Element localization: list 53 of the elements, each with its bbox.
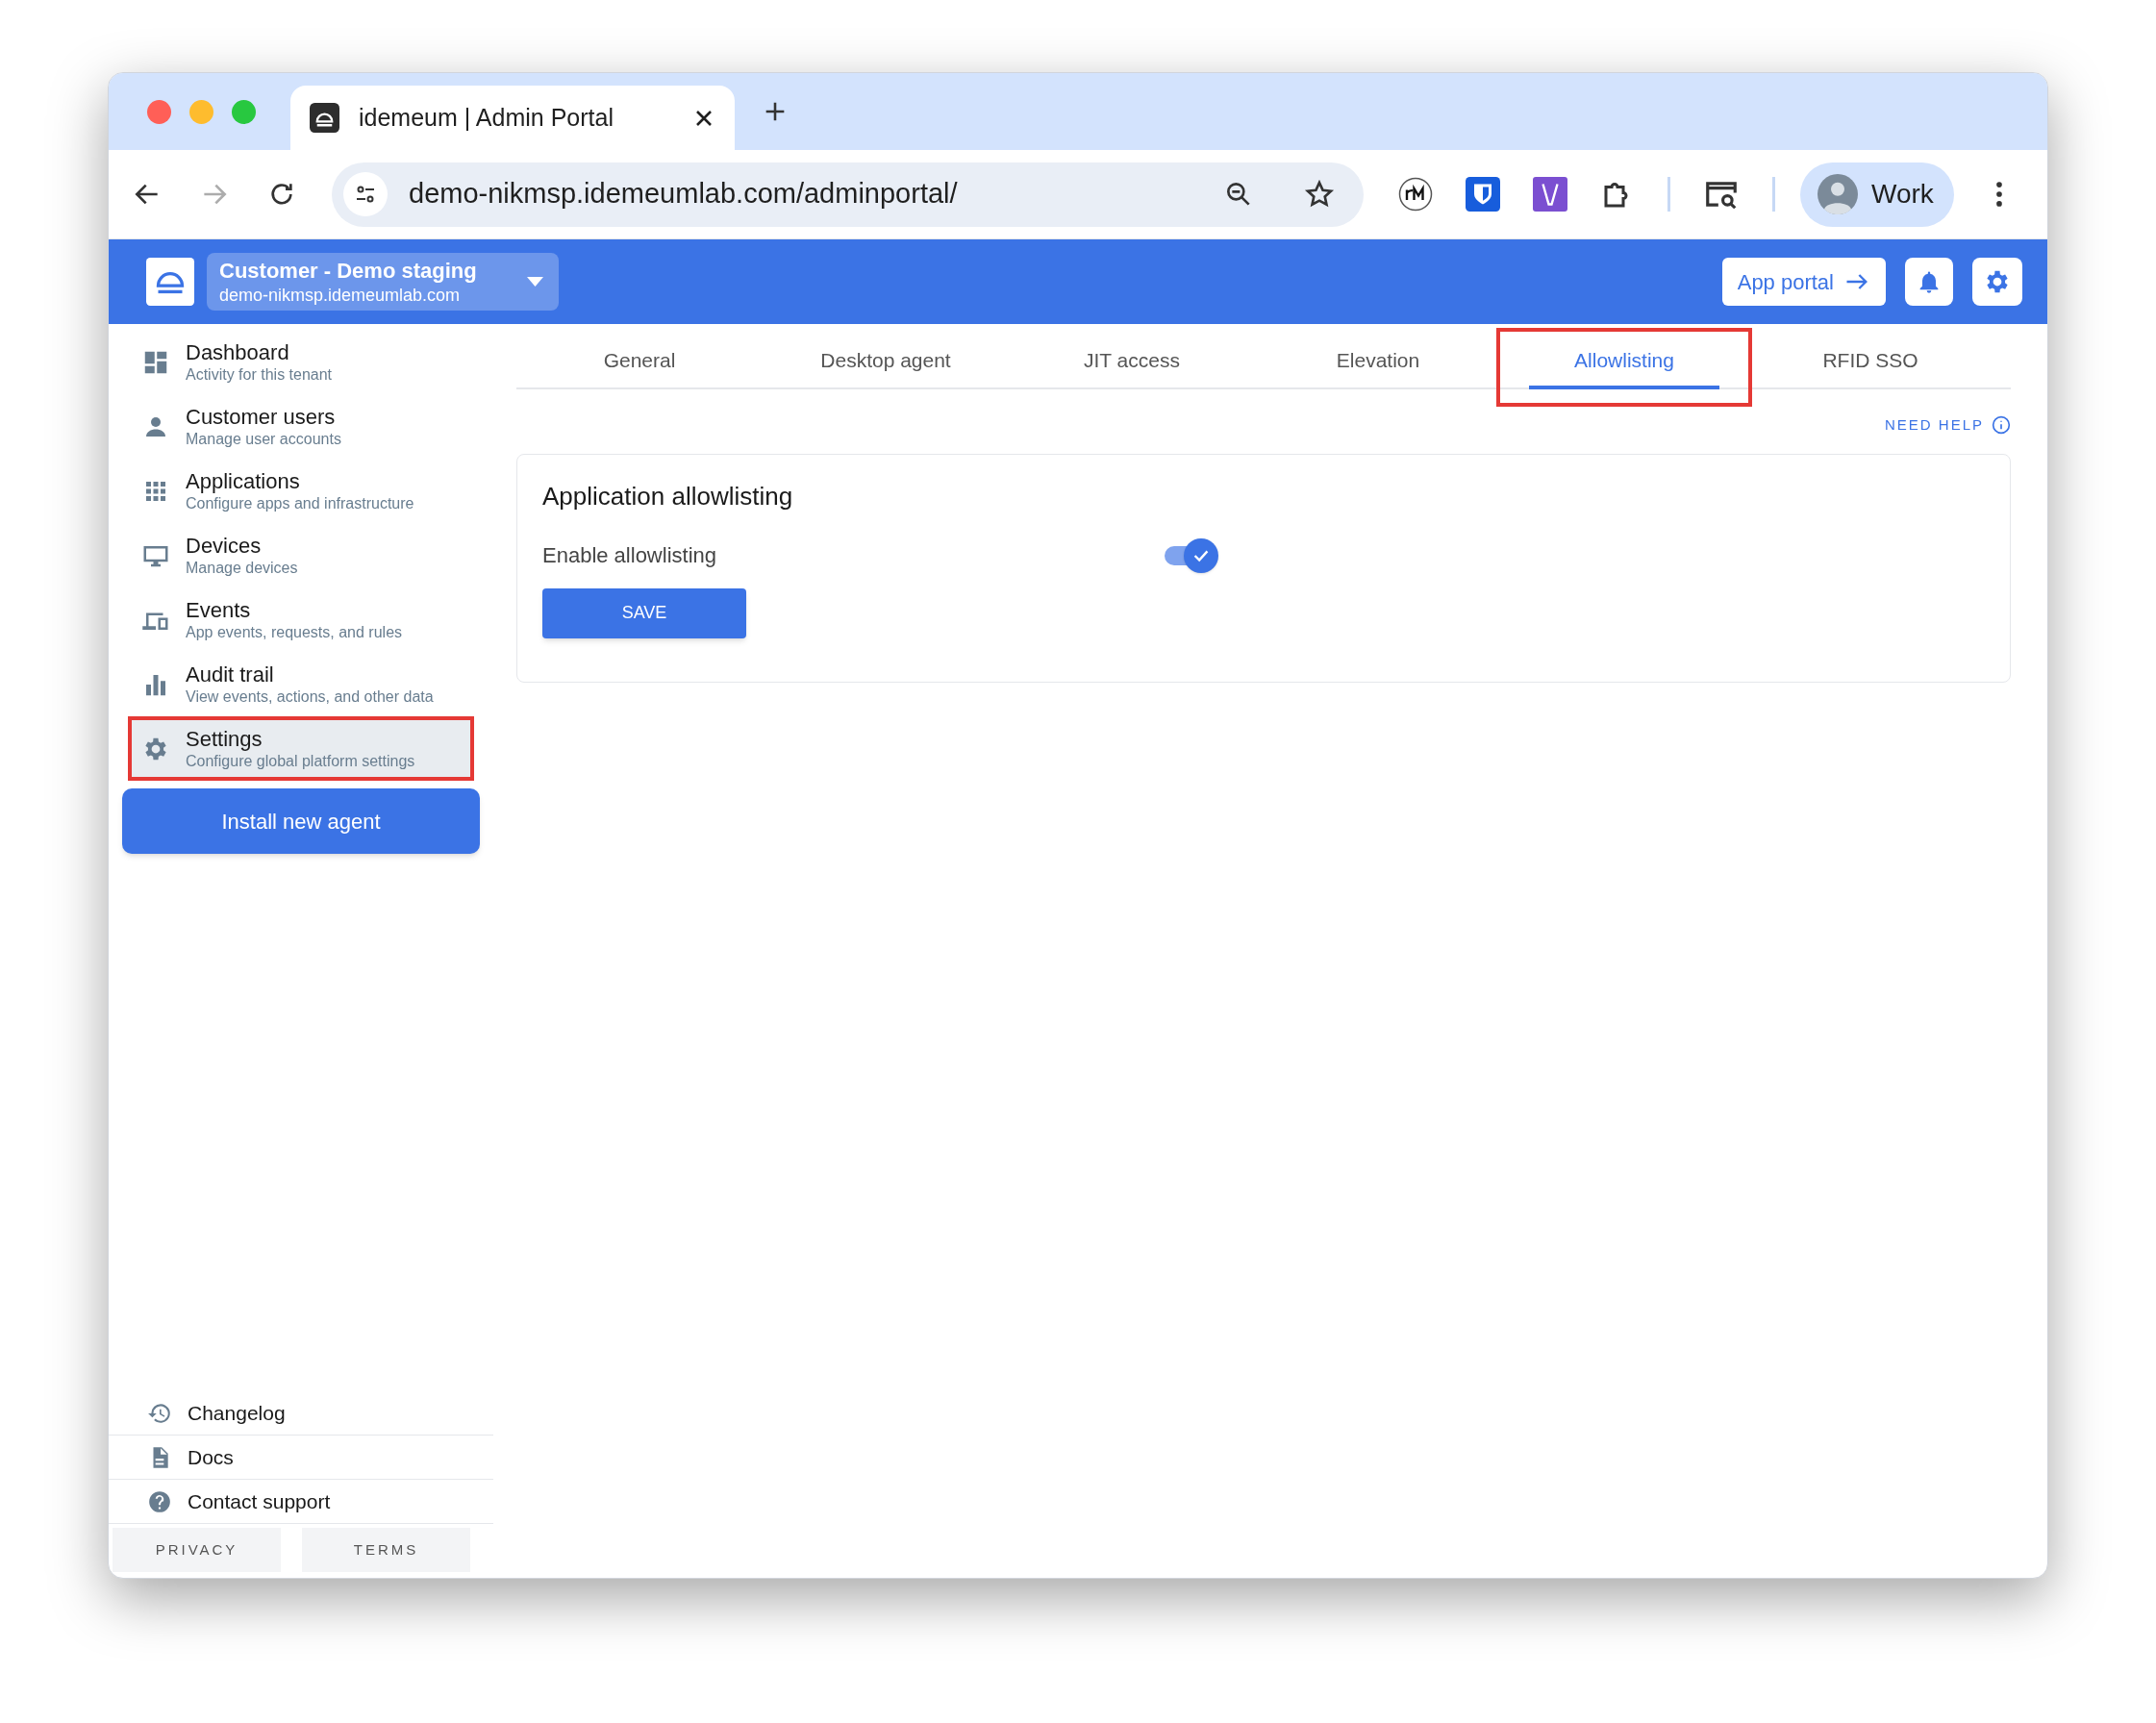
settings-tab[interactable]: JIT access — [1009, 332, 1255, 389]
settings-tab[interactable]: General — [516, 332, 763, 389]
site-logo-icon — [310, 103, 339, 133]
settings-tab[interactable]: Allowlisting — [1501, 332, 1747, 389]
rm-extension-icon[interactable] — [1398, 177, 1433, 212]
settings-tab[interactable]: RFID SSO — [1747, 332, 1993, 389]
settings-button[interactable] — [1972, 258, 2022, 306]
item-subtitle: Activity for this tenant — [186, 365, 333, 386]
item-title: Dashboard — [186, 338, 290, 366]
v-extension-icon[interactable] — [1533, 177, 1567, 212]
item-title: Events — [186, 596, 252, 624]
sidebar-link[interactable]: Docs — [109, 1436, 493, 1480]
dropdown-caret-icon — [527, 277, 543, 287]
install-agent-button[interactable]: Install new agent — [122, 788, 480, 854]
tab-title: idemeum | Admin Portal — [359, 102, 614, 133]
item-subtitle: Manage user accounts — [186, 430, 341, 450]
address-bar[interactable]: demo-nikmsp.idemeumlab.com/adminportal/ — [332, 162, 1364, 227]
info-icon[interactable] — [1992, 415, 2011, 436]
tenant-name: Customer - Demo staging — [219, 258, 478, 285]
tenant-domain: demo-nikmsp.idemeumlab.com — [219, 284, 462, 306]
item-title: Applications — [186, 467, 301, 495]
need-help-link[interactable]: NEED HELP — [1884, 414, 1984, 437]
sidebar-link[interactable]: Changelog — [109, 1391, 493, 1436]
item-subtitle: Configure global platform settings — [186, 752, 415, 772]
app-logo-icon — [145, 258, 195, 306]
browser-tab[interactable]: idemeum | Admin Portal — [290, 86, 735, 150]
help-icon — [147, 1488, 172, 1514]
url-text: demo-nikmsp.idemeumlab.com/adminportal/ — [409, 177, 959, 212]
settings-tab[interactable]: Desktop agent — [763, 332, 1009, 389]
item-subtitle: Manage devices — [186, 559, 298, 579]
shield-extension-icon[interactable] — [1466, 177, 1500, 212]
notifications-button[interactable] — [1905, 258, 1953, 306]
sidebar-link[interactable]: Contact support — [109, 1480, 493, 1524]
sidebar-item[interactable]: Settings Configure global platform settings — [128, 716, 474, 781]
item-title: Customer users — [186, 403, 337, 431]
settings-tab[interactable]: Elevation — [1255, 332, 1501, 389]
item-title: Settings — [186, 725, 263, 753]
item-subtitle: App events, requests, and rules — [186, 623, 403, 643]
footer-link[interactable]: PRIVACY — [113, 1528, 281, 1572]
app-portal-button[interactable]: App portal — [1721, 258, 1886, 306]
item-subtitle: View events, actions, and other data — [186, 687, 434, 708]
star-icon[interactable] — [1304, 179, 1335, 210]
item-title: Audit trail — [186, 661, 275, 688]
card-title: Application allowlisting — [542, 480, 794, 512]
site-settings-icon[interactable] — [343, 172, 388, 216]
item-subtitle: Configure apps and infrastructure — [186, 494, 414, 514]
toggle-switch[interactable] — [1163, 537, 1218, 573]
item-title: Devices — [186, 532, 263, 560]
avatar-icon — [1818, 174, 1858, 214]
save-button[interactable]: SAVE — [542, 587, 746, 638]
toggle-label: Enable allowlisting — [542, 542, 717, 569]
profile-button[interactable]: Work — [1800, 162, 1954, 227]
footer-link[interactable]: TERMS — [302, 1528, 470, 1572]
